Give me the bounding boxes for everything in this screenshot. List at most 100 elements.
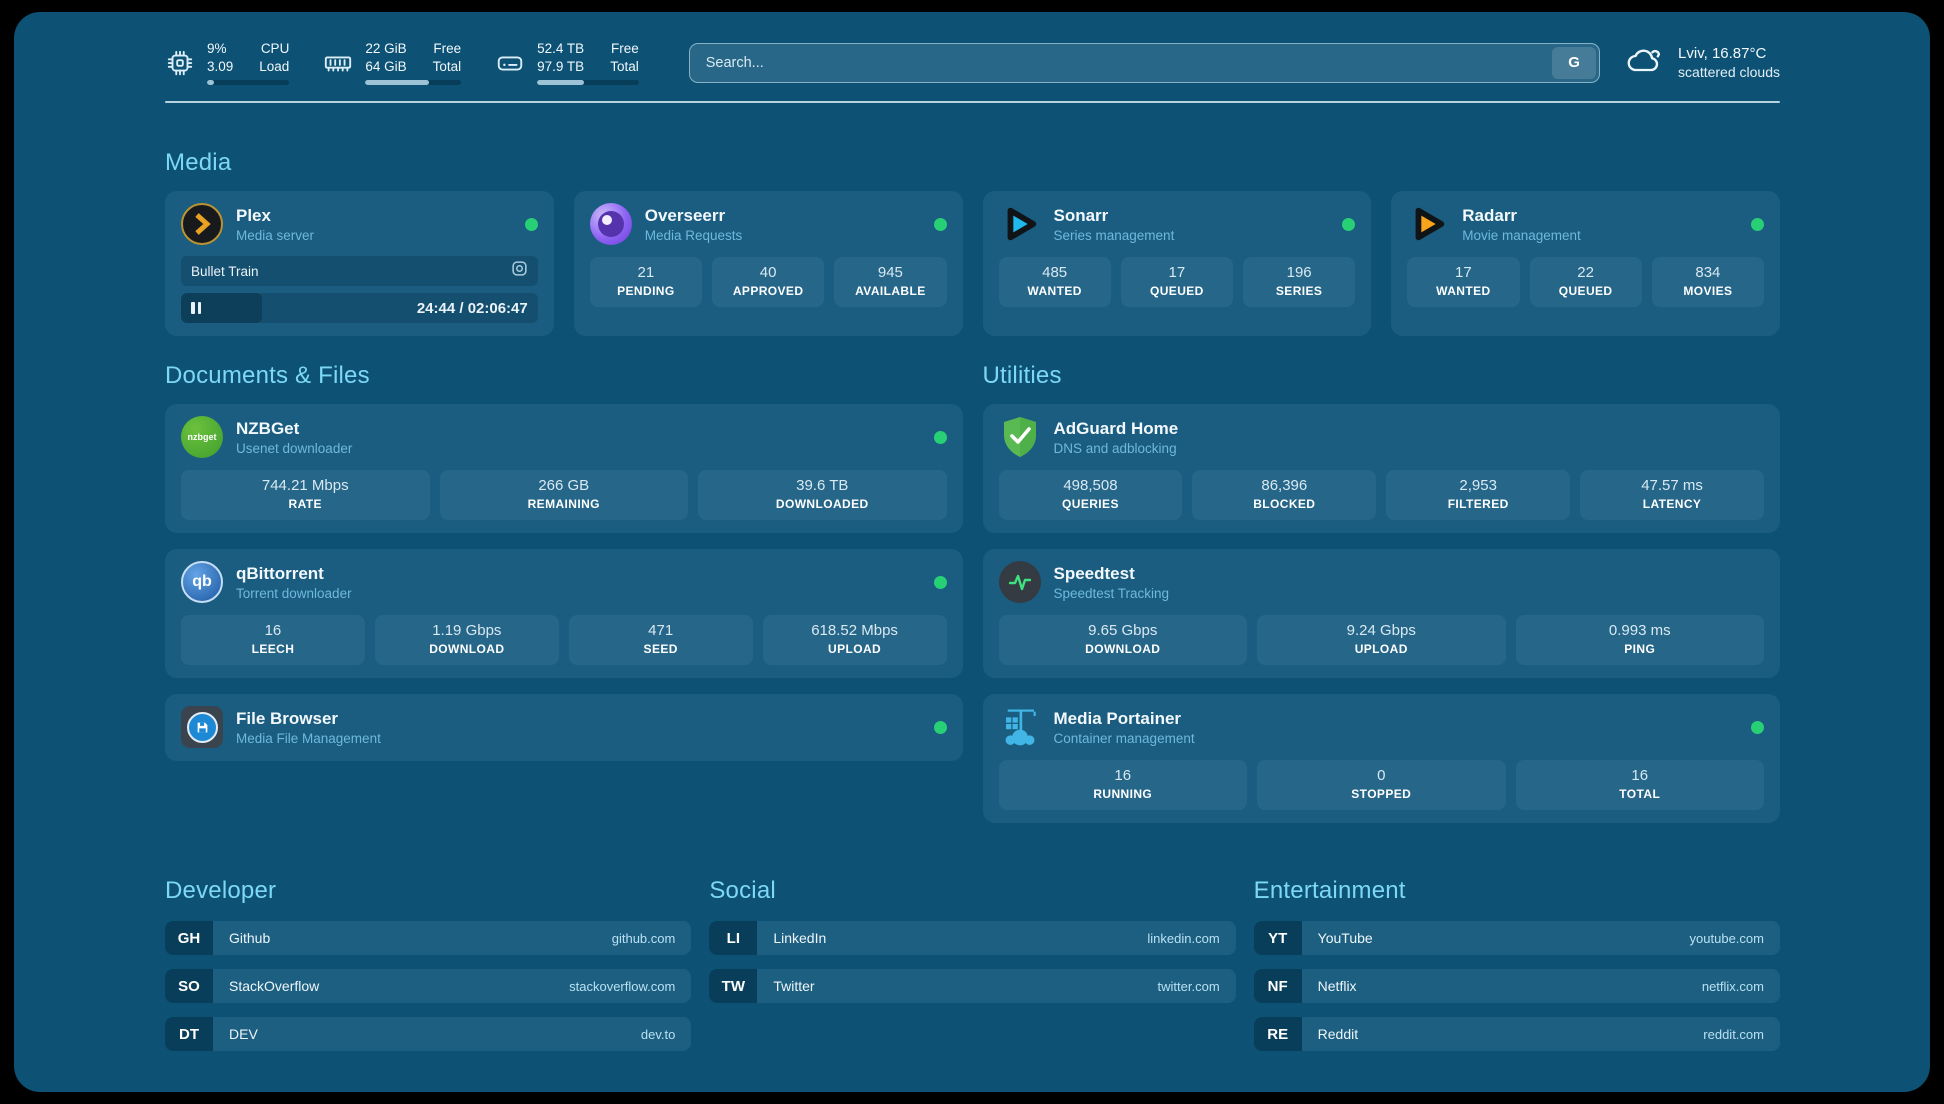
status-dot bbox=[934, 218, 947, 231]
service-subtitle: Media File Management bbox=[236, 730, 381, 747]
speedtest-icon bbox=[999, 561, 1041, 603]
stat-tile: 945AVAILABLE bbox=[834, 257, 946, 307]
bookmark-netflix[interactable]: NF Netflix netflix.com bbox=[1254, 969, 1780, 1003]
stat-tile: 21PENDING bbox=[590, 257, 702, 307]
weather-condition: scattered clouds bbox=[1678, 63, 1780, 81]
stat-tile: 834MOVIES bbox=[1652, 257, 1764, 307]
service-name: NZBGet bbox=[236, 418, 352, 439]
player-progress-bar[interactable]: 24:44 / 02:06:47 bbox=[181, 293, 538, 323]
header-divider bbox=[165, 101, 1780, 103]
session-icon[interactable] bbox=[511, 260, 528, 282]
stat-tile: 498,508QUERIES bbox=[999, 470, 1183, 520]
bookmark-dev[interactable]: DT DEV dev.to bbox=[165, 1017, 691, 1051]
sonarr-icon bbox=[999, 203, 1041, 245]
pause-icon[interactable] bbox=[191, 302, 201, 314]
search-input[interactable] bbox=[690, 55, 1599, 71]
cpu-load-label: Load bbox=[259, 58, 289, 76]
service-name: Overseerr bbox=[645, 205, 743, 226]
bookmark-youtube[interactable]: YT YouTube youtube.com bbox=[1254, 921, 1780, 955]
stat-tile: 86,396BLOCKED bbox=[1192, 470, 1376, 520]
bookmark-stackoverflow[interactable]: SO StackOverflow stackoverflow.com bbox=[165, 969, 691, 1003]
stat-tile: 22QUEUED bbox=[1530, 257, 1642, 307]
section-title-entertainment: Entertainment bbox=[1254, 877, 1780, 905]
service-subtitle: Torrent downloader bbox=[236, 585, 352, 602]
disk-icon bbox=[495, 48, 525, 78]
service-name: Media Portainer bbox=[1054, 708, 1195, 729]
radarr-icon bbox=[1407, 203, 1449, 245]
service-card-nzbget[interactable]: nzbget NZBGet Usenet downloader 744.21 M… bbox=[165, 404, 963, 533]
service-card-speedtest[interactable]: Speedtest Speedtest Tracking 9.65 GbpsDO… bbox=[983, 549, 1781, 678]
stat-tile: 17WANTED bbox=[1407, 257, 1519, 307]
cpu-icon bbox=[165, 48, 195, 78]
memory-total-label: Total bbox=[433, 58, 462, 76]
service-card-overseerr[interactable]: Overseerr Media Requests 21PENDING 40APP… bbox=[574, 191, 963, 336]
bookmark-reddit[interactable]: RE Reddit reddit.com bbox=[1254, 1017, 1780, 1051]
status-dot bbox=[1342, 218, 1355, 231]
bookmark-linkedin[interactable]: LI LinkedIn linkedin.com bbox=[709, 921, 1235, 955]
bookmark-group-entertainment: Entertainment YT YouTube youtube.com NF … bbox=[1254, 877, 1780, 1051]
cpu-stat-widget: 9% 3.09 CPU Load bbox=[165, 40, 289, 85]
stat-tile: 47.57 msLATENCY bbox=[1580, 470, 1764, 520]
stat-tile: 16TOTAL bbox=[1516, 760, 1765, 810]
service-subtitle: Movie management bbox=[1462, 227, 1581, 244]
memory-stat-widget: 22 GiB 64 GiB Free Total bbox=[323, 40, 461, 85]
stat-tile: 16RUNNING bbox=[999, 760, 1248, 810]
overseerr-icon bbox=[590, 203, 632, 245]
service-card-qbittorrent[interactable]: qb qBittorrent Torrent downloader 16LEEC… bbox=[165, 549, 963, 678]
service-name: Radarr bbox=[1462, 205, 1581, 226]
status-dot bbox=[1751, 721, 1764, 734]
top-bar: 9% 3.09 CPU Load bbox=[165, 40, 1780, 85]
stat-tile: 744.21 MbpsRATE bbox=[181, 470, 430, 520]
memory-total-value: 64 GiB bbox=[365, 58, 406, 76]
bookmark-abbr: DT bbox=[165, 1017, 213, 1051]
service-card-portainer[interactable]: Media Portainer Container management 16R… bbox=[983, 694, 1781, 823]
memory-progress-bar bbox=[365, 80, 461, 85]
bookmark-twitter[interactable]: TW Twitter twitter.com bbox=[709, 969, 1235, 1003]
bookmark-abbr: GH bbox=[165, 921, 213, 955]
service-card-sonarr[interactable]: Sonarr Series management 485WANTED 17QUE… bbox=[983, 191, 1372, 336]
bookmark-github[interactable]: GH Github github.com bbox=[165, 921, 691, 955]
stat-tile: 0.993 msPING bbox=[1516, 615, 1765, 665]
service-subtitle: Usenet downloader bbox=[236, 440, 352, 457]
service-name: AdGuard Home bbox=[1054, 418, 1179, 439]
disk-total-label: Total bbox=[610, 58, 639, 76]
search-provider-button[interactable]: G bbox=[1552, 47, 1596, 79]
stat-tile: 471SEED bbox=[569, 615, 753, 665]
section-title-utilities: Utilities bbox=[983, 362, 1781, 390]
service-subtitle: Series management bbox=[1054, 227, 1175, 244]
section-title-documents: Documents & Files bbox=[165, 362, 963, 390]
service-subtitle: DNS and adblocking bbox=[1054, 440, 1179, 457]
service-card-filebrowser[interactable]: File Browser Media File Management bbox=[165, 694, 963, 761]
dashboard-page: 9% 3.09 CPU Load bbox=[14, 12, 1930, 1092]
status-dot bbox=[1751, 218, 1764, 231]
search-bar[interactable]: G bbox=[689, 43, 1600, 83]
status-dot bbox=[934, 576, 947, 589]
service-card-radarr[interactable]: Radarr Movie management 17WANTED 22QUEUE… bbox=[1391, 191, 1780, 336]
stat-tile: 16LEECH bbox=[181, 615, 365, 665]
bookmark-abbr: RE bbox=[1254, 1017, 1302, 1051]
service-name: Speedtest bbox=[1054, 563, 1170, 584]
service-card-adguard[interactable]: AdGuard Home DNS and adblocking 498,508Q… bbox=[983, 404, 1781, 533]
cpu-progress-bar bbox=[207, 80, 289, 85]
bookmark-group-developer: Developer GH Github github.com SO StackO… bbox=[165, 877, 691, 1051]
status-dot bbox=[934, 431, 947, 444]
service-subtitle: Media Requests bbox=[645, 227, 743, 244]
bookmark-abbr: YT bbox=[1254, 921, 1302, 955]
memory-free-value: 22 GiB bbox=[365, 40, 406, 58]
status-dot bbox=[934, 721, 947, 734]
adguard-icon bbox=[999, 416, 1041, 458]
documents-column: Documents & Files nzbget NZBGet Usenet d… bbox=[165, 362, 963, 823]
service-name: Sonarr bbox=[1054, 205, 1175, 226]
bookmark-abbr: NF bbox=[1254, 969, 1302, 1003]
disk-total-value: 97.9 TB bbox=[537, 58, 584, 76]
plex-icon bbox=[181, 203, 223, 245]
service-card-plex[interactable]: Plex Media server Bullet Train bbox=[165, 191, 554, 336]
stat-tile: 618.52 MbpsUPLOAD bbox=[763, 615, 947, 665]
bookmark-group-social: Social LI LinkedIn linkedin.com TW Twitt… bbox=[709, 877, 1235, 1051]
disk-free-label: Free bbox=[610, 40, 639, 58]
stat-tile: 9.24 GbpsUPLOAD bbox=[1257, 615, 1506, 665]
service-name: qBittorrent bbox=[236, 563, 352, 584]
stat-tile: 1.19 GbpsDOWNLOAD bbox=[375, 615, 559, 665]
service-subtitle: Speedtest Tracking bbox=[1054, 585, 1170, 602]
section-title-media: Media bbox=[165, 149, 1780, 177]
